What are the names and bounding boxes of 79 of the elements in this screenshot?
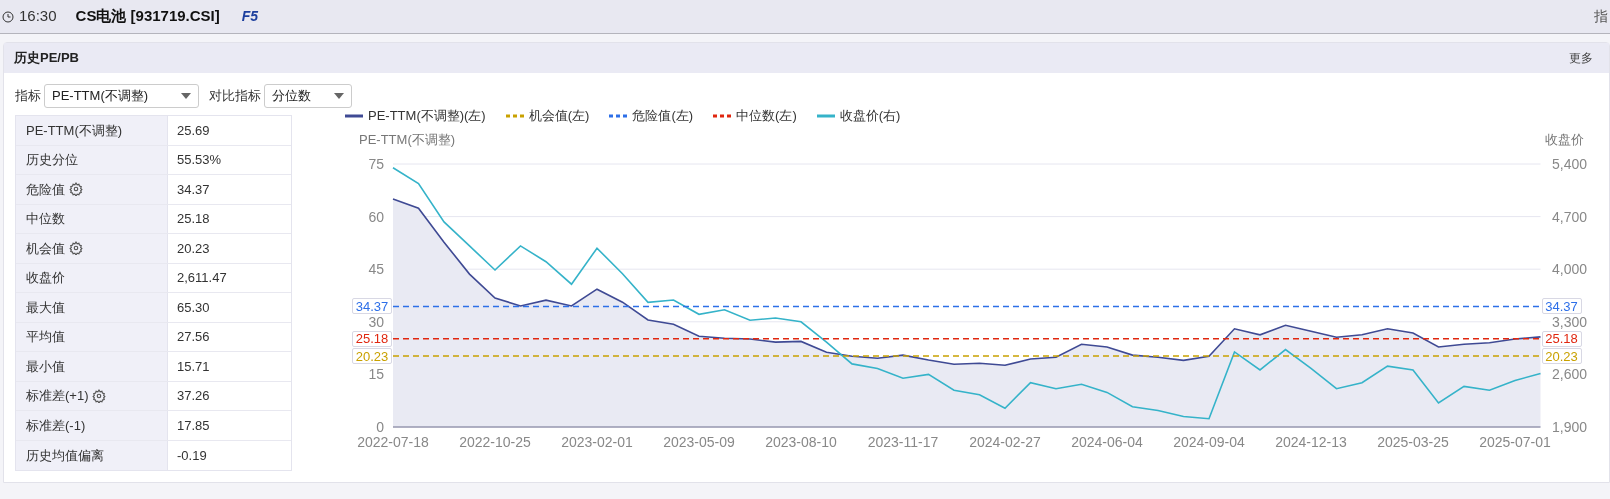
axis-tick-label: 2024-02-27: [969, 434, 1041, 450]
time-label: 16:30: [19, 6, 57, 27]
reference-value-label: 34.37: [1541, 298, 1582, 315]
dropdown-select[interactable]: PE-TTM(不调整): [44, 84, 199, 108]
legend-label[interactable]: 收盘价(右): [839, 106, 901, 126]
stat-value-cell-text: 20.23: [176, 239, 211, 258]
security-title: CS电池 [931719.CSI]: [75, 6, 220, 27]
axis-tick-label: 2022-10-25: [459, 434, 531, 450]
more-link[interactable]: 更多: [1569, 49, 1599, 67]
axis-tick-label: 4,000: [1551, 261, 1587, 278]
axis-tick-label: 2025-07-01: [1479, 434, 1551, 450]
dropdown-select[interactable]: 分位数: [264, 84, 352, 108]
clock-icon: [2, 10, 14, 23]
legend-label[interactable]: 机会值(左): [528, 106, 590, 126]
caret-icon: [181, 93, 191, 99]
stat-value-cell-text: 34.37: [176, 180, 211, 199]
axis-tick-label: 5,400: [1551, 156, 1587, 172]
axis-tick-label: 2023-11-17: [867, 434, 939, 450]
axis-tick-label: 2023-08-10: [765, 434, 837, 450]
axis-tick-label: 2025-03-25: [1377, 434, 1449, 450]
axis-tick-label: 30: [368, 313, 384, 330]
stat-value-cell-text: 27.56: [176, 328, 211, 346]
axis-tick-label: 2022-07-18: [357, 434, 429, 450]
reference-value-label: 25.18: [352, 330, 392, 347]
hotkey-label[interactable]: F5: [241, 6, 259, 27]
legend-label[interactable]: 危险值(左): [632, 106, 694, 126]
stat-name: 危险值: [26, 180, 65, 199]
stat-value-cell-text: 25.69: [176, 121, 211, 140]
stat-value-cell-text: 65.30: [176, 298, 211, 317]
axis-tick-label: 2024-06-04: [1071, 434, 1143, 450]
reference-value-label: 20.23: [352, 348, 392, 365]
axis-tick-label: 2023-05-09: [663, 434, 735, 450]
control-label: 对比指标: [209, 87, 261, 106]
line-swatch-icon: [816, 114, 835, 118]
control-label: 指标: [15, 87, 41, 106]
axis-tick-label: 0: [376, 419, 384, 435]
reference-value-label: 34.37: [352, 298, 392, 315]
reference-value-label: 20.23: [1541, 348, 1582, 365]
stat-name: 收盘价: [26, 269, 65, 287]
axis-title: 收盘价: [1545, 132, 1584, 147]
axis-tick-label: 4,700: [1551, 208, 1587, 225]
stat-name: 历史分位: [26, 151, 78, 169]
stat-value-cell-text: 55.53%: [176, 151, 223, 169]
axis-title: PE-TTM(不调整): [359, 132, 456, 147]
stat-name: 标准差(-1): [26, 416, 86, 435]
settings-icon[interactable]: [69, 241, 83, 256]
stat-name: 平均值: [26, 328, 65, 346]
axis-tick-label: 60: [368, 208, 384, 225]
stat-name: 机会值: [26, 239, 65, 258]
stat-value-cell-text: 25.18: [176, 210, 211, 228]
axis-tick-label: 3,300: [1551, 313, 1587, 330]
stat-name: 最小值: [26, 357, 65, 376]
axis-tick-label: 75: [368, 156, 384, 172]
stat-value-cell-text: 37.26: [176, 387, 211, 405]
axis-tick-label: 2024-12-13: [1275, 434, 1347, 450]
settings-icon[interactable]: [69, 182, 83, 197]
panel-title: 历史PE/PB: [14, 49, 79, 68]
stat-value-cell-text: -0.19: [176, 446, 208, 465]
stat-name: 标准差(+1): [26, 387, 89, 405]
stat-value-cell-text: 15.71: [176, 357, 211, 376]
axis-tick-label: 2,600: [1551, 366, 1587, 383]
reference-value-label: 25.18: [1541, 330, 1582, 347]
axis-tick-label: 2024-09-04: [1173, 434, 1245, 450]
stat-value-cell-text: 2,611.47: [176, 269, 228, 287]
legend-label[interactable]: 中位数(左): [736, 106, 797, 126]
legend-label[interactable]: PE-TTM(不调整)(左): [368, 106, 486, 126]
stat-name: 中位数: [26, 210, 65, 228]
axis-tick-label: 45: [368, 261, 384, 278]
axis-tick-label: 2023-02-01: [561, 434, 633, 450]
stat-name: 最大值: [26, 298, 65, 317]
menu-text[interactable]: 指: [1594, 6, 1608, 27]
axis-tick-label: 1,900: [1551, 419, 1587, 435]
stat-value-cell-text: 17.85: [176, 416, 211, 435]
caret-icon: [334, 93, 344, 99]
axis-tick-label: 15: [368, 366, 384, 383]
settings-icon[interactable]: [92, 388, 107, 403]
line-swatch-icon: [345, 114, 363, 118]
stat-name: 历史均值偏离: [26, 446, 104, 465]
stat-name: PE-TTM(不调整): [26, 121, 123, 140]
